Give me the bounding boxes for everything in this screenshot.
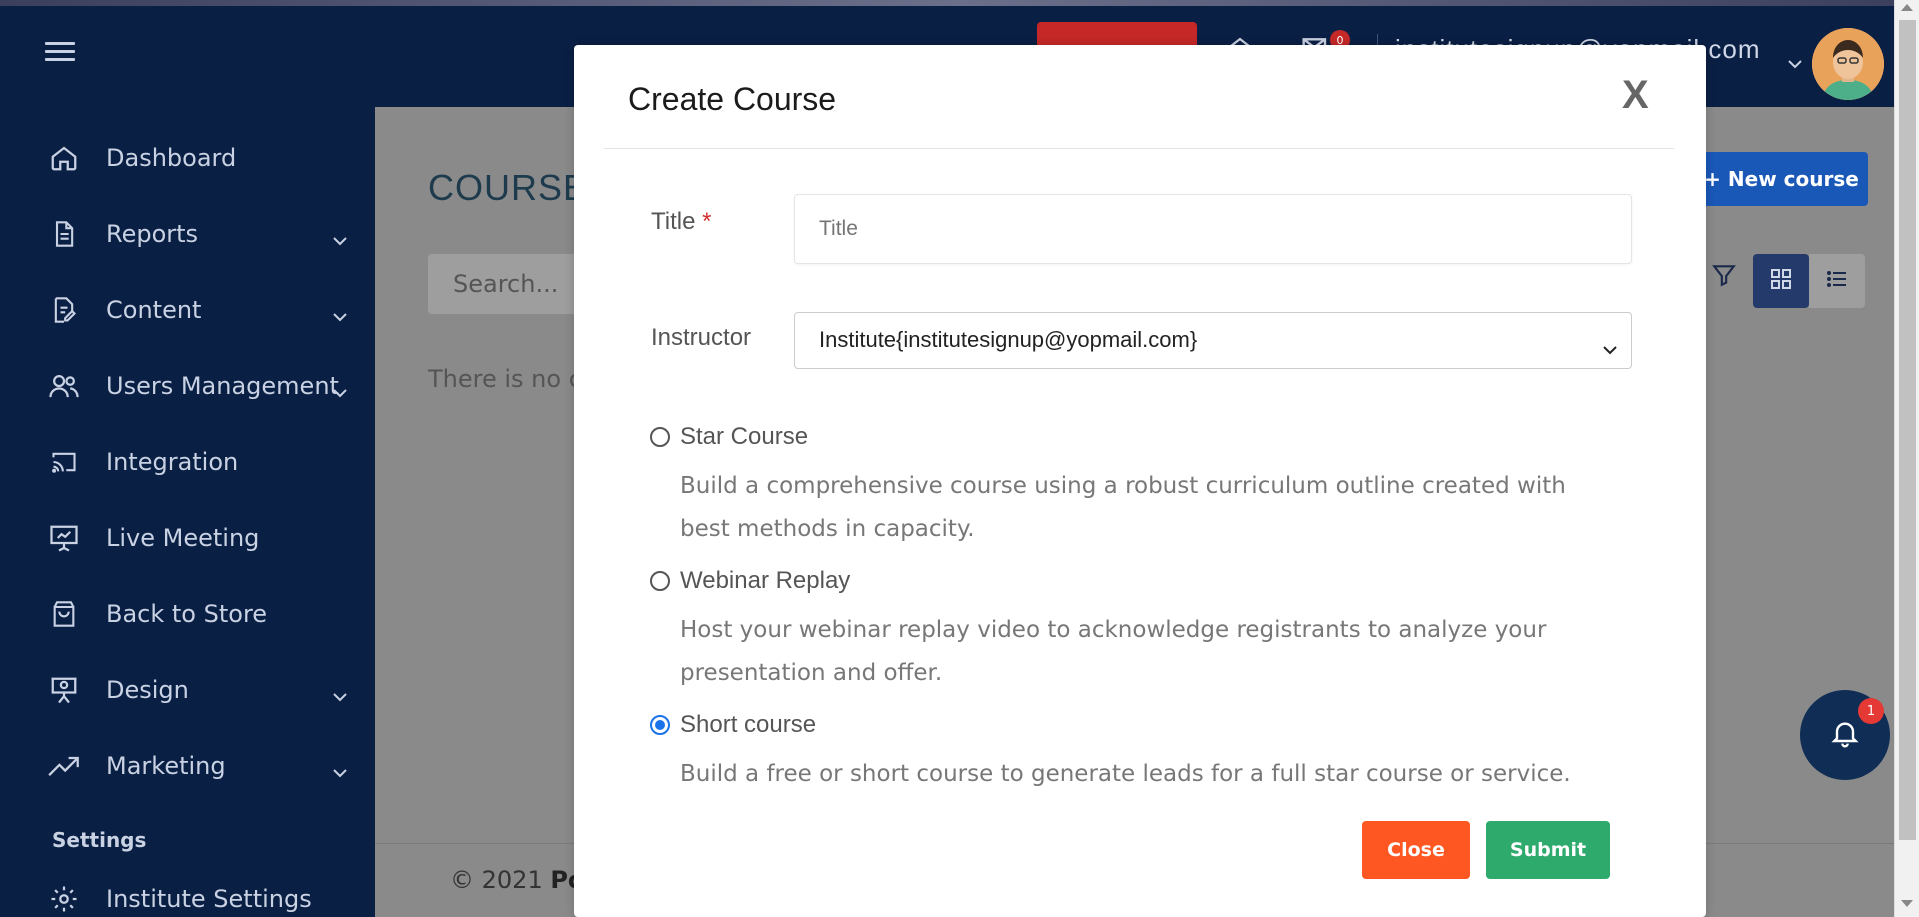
new-course-button[interactable]: + New course: [1695, 152, 1868, 206]
create-course-modal: Create Course X Title * Instructor Insti…: [574, 45, 1706, 917]
trending-up-icon: [48, 750, 80, 782]
scroll-thumb[interactable]: [1899, 20, 1916, 840]
radio-webinar-replay[interactable]: [650, 571, 670, 591]
sidebar-item-label: Content: [106, 296, 202, 324]
option-title: Webinar Replay: [680, 567, 851, 594]
chevron-down-icon: [333, 224, 347, 252]
submit-button[interactable]: Submit: [1486, 821, 1610, 879]
close-icon[interactable]: X: [1622, 73, 1649, 118]
instructor-label: Instructor: [651, 324, 752, 351]
option-description: Build a comprehensive course using a rob…: [680, 473, 1566, 542]
notification-bell-button[interactable]: 1: [1800, 690, 1890, 780]
sidebar-item-label: Dashboard: [106, 144, 237, 172]
home-icon: [48, 142, 80, 174]
sidebar-item-design[interactable]: Design: [0, 652, 375, 728]
users-icon: [48, 370, 80, 402]
shopping-bag-icon: [48, 598, 80, 630]
notification-count-badge: 1: [1858, 698, 1884, 724]
title-input[interactable]: [794, 194, 1632, 264]
edit-document-icon: [48, 294, 80, 326]
chevron-down-icon: [1603, 335, 1617, 361]
sidebar-item-label: Design: [106, 676, 189, 704]
bell-icon: [1829, 717, 1861, 753]
option-title: Short course: [680, 711, 817, 738]
chevron-down-icon[interactable]: [1787, 54, 1803, 73]
option-description: Build a free or short course to generate…: [680, 761, 1571, 787]
chevron-down-icon: [333, 300, 347, 328]
scroll-up-arrow-icon[interactable]: [1901, 4, 1913, 11]
sidebar-item-users-management[interactable]: Users Management: [0, 348, 375, 424]
close-button[interactable]: Close: [1362, 821, 1470, 879]
sidebar-item-back-to-store[interactable]: Back to Store: [0, 576, 375, 652]
sidebar-item-reports[interactable]: Reports: [0, 196, 375, 272]
option-description: Host your webinar replay video to acknow…: [680, 617, 1547, 686]
sidebar-nav: Dashboard Reports Content Users Manageme…: [0, 120, 375, 804]
gear-icon: [48, 883, 80, 915]
filter-icon[interactable]: [1711, 262, 1737, 292]
title-label: Title *: [651, 208, 712, 235]
list-view-button[interactable]: [1809, 254, 1865, 308]
sidebar: Dashboard Reports Content Users Manageme…: [0, 6, 375, 917]
grid-view-button[interactable]: [1753, 254, 1809, 308]
sidebar-item-label: Marketing: [106, 752, 226, 780]
chevron-down-icon: [333, 680, 347, 708]
instructor-select[interactable]: Institute{institutesignup@yopmail.com}: [794, 312, 1632, 369]
sidebar-item-institute-settings[interactable]: Institute Settings: [0, 874, 375, 917]
sidebar-item-label: Live Meeting: [106, 524, 260, 552]
sidebar-item-label: Integration: [106, 448, 239, 476]
list-icon: [1825, 267, 1849, 295]
document-icon: [48, 218, 80, 250]
sidebar-item-label: Institute Settings: [106, 885, 312, 913]
sidebar-item-integration[interactable]: Integration: [0, 424, 375, 500]
avatar[interactable]: [1812, 28, 1884, 100]
sidebar-item-dashboard[interactable]: Dashboard: [0, 120, 375, 196]
presentation-icon: [48, 522, 80, 554]
scroll-down-arrow-icon[interactable]: [1901, 900, 1913, 907]
sidebar-item-live-meeting[interactable]: Live Meeting: [0, 500, 375, 576]
modal-title: Create Course: [628, 81, 837, 117]
easel-icon: [48, 674, 80, 706]
sidebar-item-content[interactable]: Content: [0, 272, 375, 348]
hamburger-menu-icon[interactable]: [45, 42, 75, 62]
search-input[interactable]: Search...: [428, 254, 588, 314]
settings-heading: Settings: [52, 828, 147, 852]
radio-short-course[interactable]: [650, 715, 670, 735]
sidebar-item-label: Reports: [106, 220, 199, 248]
modal-divider: [604, 148, 1674, 149]
chevron-down-icon: [333, 756, 347, 784]
chevron-down-icon: [333, 376, 347, 404]
sidebar-item-label: Users Management: [106, 372, 339, 400]
grid-icon: [1769, 267, 1793, 295]
page-scrollbar[interactable]: [1894, 0, 1919, 917]
option-title: Star Course: [680, 423, 809, 450]
radio-star-course[interactable]: [650, 427, 670, 447]
sidebar-item-marketing[interactable]: Marketing: [0, 728, 375, 804]
cast-icon: [48, 446, 80, 478]
sidebar-item-label: Back to Store: [106, 600, 268, 628]
